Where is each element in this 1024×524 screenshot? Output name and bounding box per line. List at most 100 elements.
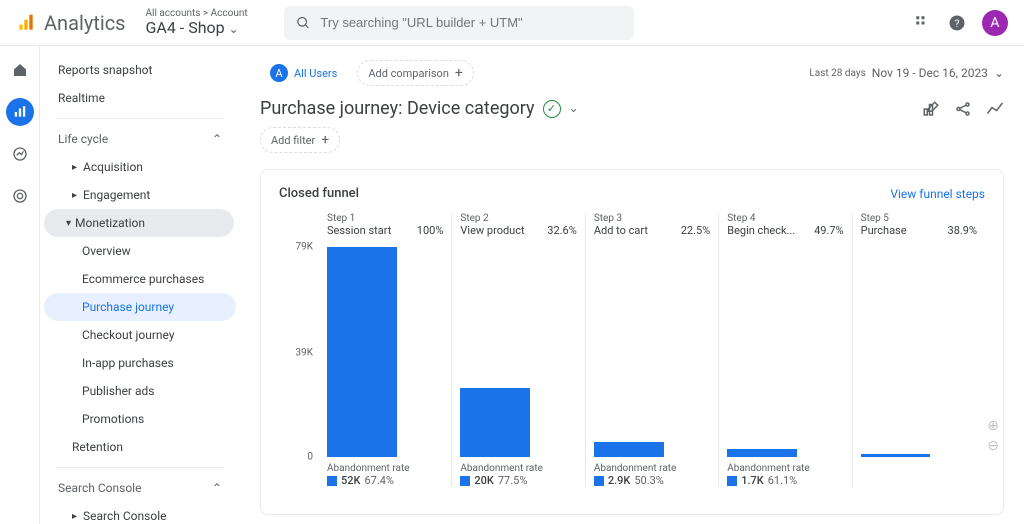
- sidebar-search-console[interactable]: Search Console: [44, 474, 236, 502]
- y-tick: 79K: [295, 242, 313, 253]
- step-number: Step 4: [727, 213, 843, 224]
- sidebar-ecommerce[interactable]: Ecommerce purchases: [44, 265, 236, 293]
- step-number: Step 3: [594, 213, 710, 224]
- search-icon: [296, 15, 311, 31]
- step-header: Step 1 Session start100%: [327, 213, 443, 247]
- avatar[interactable]: A: [982, 10, 1008, 36]
- topbar-right: ? A: [914, 10, 1008, 36]
- share-icon[interactable]: [954, 100, 972, 118]
- date-range: Nov 19 - Dec 16, 2023: [872, 66, 988, 80]
- step-completion: 22.5%: [681, 224, 711, 237]
- plus-icon: [455, 65, 463, 81]
- sidebar-publisher[interactable]: Publisher ads: [44, 377, 236, 405]
- sidebar-snapshot[interactable]: Reports snapshot: [44, 56, 236, 84]
- account-selector[interactable]: All accounts > Account GA4 - Shop: [146, 8, 248, 37]
- card-header: Closed funnel View funnel steps: [279, 186, 985, 201]
- status-verified-icon[interactable]: ✓: [543, 100, 561, 118]
- add-comparison-chip[interactable]: Add comparison: [357, 60, 474, 86]
- legend-square-icon: [460, 476, 470, 486]
- funnel-bar: [594, 442, 664, 457]
- sidebar-retention[interactable]: Retention: [44, 433, 236, 461]
- date-range-picker[interactable]: Last 28 days Nov 19 - Dec 16, 2023: [809, 66, 1004, 80]
- sidebar-monetization[interactable]: Monetization: [44, 209, 234, 237]
- step-completion: 32.6%: [547, 224, 577, 237]
- step-number: Step 1: [327, 213, 443, 224]
- step-number: Step 2: [460, 213, 576, 224]
- plus-icon: [321, 132, 329, 148]
- page-title: Purchase journey: Device category: [260, 98, 535, 119]
- product-name: Analytics: [44, 11, 126, 35]
- add-filter-chip[interactable]: Add filter: [260, 127, 340, 153]
- all-users-label: All Users: [294, 67, 337, 80]
- zoom-in-icon[interactable]: ⊕: [987, 418, 999, 434]
- step-header: Step 2 View product32.6%: [460, 213, 576, 247]
- chevron-down-icon[interactable]: [569, 101, 579, 116]
- abandon-row: 52K 67.4%: [327, 474, 443, 487]
- zoom-controls: ⊕ ⊖: [987, 418, 999, 454]
- funnel-steps: Step 1 Session start100% Abandonment rat…: [319, 213, 985, 487]
- sidebar-promotions[interactable]: Promotions: [44, 405, 236, 433]
- step-name: Begin check...: [727, 224, 795, 237]
- bar-area: [727, 247, 843, 457]
- sidebar-inapp[interactable]: In-app purchases: [44, 349, 236, 377]
- help-icon[interactable]: ?: [948, 14, 966, 32]
- search-input[interactable]: [320, 15, 621, 30]
- y-tick: 0: [307, 452, 313, 463]
- zoom-out-icon[interactable]: ⊖: [987, 438, 999, 454]
- funnel-chart: 79K 39K 0 Step 1 Session start100% Abandon…: [279, 213, 985, 487]
- rail-reports[interactable]: [6, 98, 34, 126]
- title-row: Purchase journey: Device category ✓: [260, 98, 1004, 119]
- sidebar-realtime[interactable]: Realtime: [44, 84, 236, 112]
- customize-icon[interactable]: [922, 100, 940, 118]
- abandon-label: Abandonment rate: [594, 463, 710, 474]
- insights-icon[interactable]: [986, 100, 1004, 118]
- funnel-step: Step 4 Begin check...49.7% Abandonment r…: [718, 213, 851, 487]
- bar-area: [460, 247, 576, 457]
- rail-explore[interactable]: [6, 140, 34, 168]
- legend-square-icon: [594, 476, 604, 486]
- funnel-step: Step 2 View product32.6% Abandonment rat…: [451, 213, 584, 487]
- step-header: Step 4 Begin check...49.7%: [727, 213, 843, 247]
- abandon-value: 52K: [341, 474, 360, 487]
- y-axis: 79K39K0: [279, 213, 319, 457]
- y-tick: 39K: [295, 348, 313, 359]
- apps-icon[interactable]: [914, 14, 932, 32]
- funnel-step: Step 5 Purchase38.9%: [852, 213, 985, 487]
- rail-advertising[interactable]: [6, 182, 34, 210]
- sidebar-overview[interactable]: Overview: [44, 237, 236, 265]
- search-bar[interactable]: [284, 6, 634, 40]
- abandon-pct: 67.4%: [364, 474, 394, 487]
- divider: [56, 467, 224, 468]
- sidebar: Reports snapshot Realtime Life cycle Acq…: [40, 46, 240, 524]
- abandon-row: 20K77.5%: [460, 474, 576, 487]
- rail-home[interactable]: [6, 56, 34, 84]
- svg-text:?: ?: [955, 16, 960, 29]
- sidebar-purchase-journey[interactable]: Purchase journey: [44, 293, 236, 321]
- chevron-down-icon: [229, 19, 239, 37]
- sidebar-search-console-sub[interactable]: Search Console: [44, 502, 236, 524]
- abandon-row: 1.7K61.1%: [727, 474, 843, 487]
- user-dot-icon: A: [270, 64, 288, 82]
- sidebar-acquisition[interactable]: Acquisition: [44, 153, 236, 181]
- title-actions: [922, 100, 1004, 118]
- property-name: GA4 - Shop: [146, 19, 225, 37]
- view-funnel-steps-link[interactable]: View funnel steps: [890, 187, 985, 201]
- step-name: Add to cart: [594, 224, 648, 237]
- bar-area: [861, 247, 977, 457]
- chevron-down-icon: [994, 66, 1004, 80]
- sidebar-lifecycle[interactable]: Life cycle: [44, 125, 236, 153]
- analytics-logo-icon: [16, 13, 36, 33]
- all-users-chip[interactable]: A All Users: [260, 60, 347, 86]
- chevron-up-icon: [212, 481, 222, 495]
- add-comparison-label: Add comparison: [368, 67, 449, 80]
- abandon-label: Abandonment rate: [327, 463, 443, 474]
- bar-area: [327, 247, 443, 457]
- logo[interactable]: Analytics: [16, 11, 126, 35]
- add-filter-label: Add filter: [271, 134, 315, 147]
- abandon-value: 2.9K: [608, 474, 631, 487]
- divider: [56, 118, 224, 119]
- abandon-value: 1.7K: [741, 474, 764, 487]
- bar-area: [594, 247, 710, 457]
- sidebar-engagement[interactable]: Engagement: [44, 181, 236, 209]
- sidebar-checkout-journey[interactable]: Checkout journey: [44, 321, 236, 349]
